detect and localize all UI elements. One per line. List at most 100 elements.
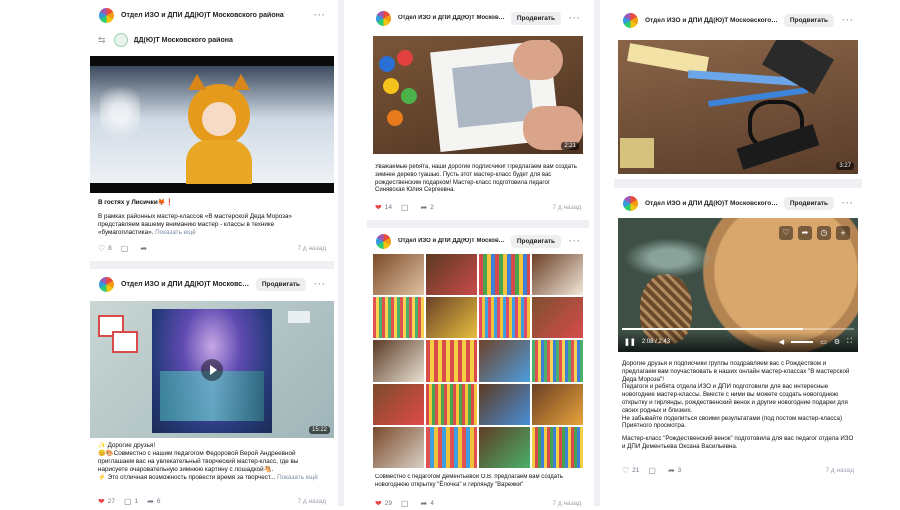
- settings-icon[interactable]: ⚙: [834, 338, 840, 346]
- video-time: 2:08 / 2:43: [641, 339, 671, 345]
- collage-photo[interactable]: [426, 426, 477, 468]
- share-button[interactable]: ➦ 6: [147, 497, 160, 506]
- like-button[interactable]: ❤ 29: [375, 499, 392, 508]
- post-author[interactable]: Отдел ИЗО и ДПИ ДД(Ю)Т Московского р...: [121, 281, 250, 288]
- promote-button[interactable]: Продвигать: [510, 11, 561, 25]
- group-avatar[interactable]: [98, 6, 115, 24]
- collage-photo[interactable]: [479, 340, 530, 382]
- video-horse-painting[interactable]: 15:22: [90, 301, 334, 438]
- collage-photo[interactable]: [426, 254, 477, 296]
- more-options-icon[interactable]: ···: [842, 198, 854, 208]
- post-text-line: Педагоги и ребята отдела ИЗО и ДПИ подго…: [622, 383, 848, 414]
- heart-icon: ♡: [98, 243, 106, 253]
- video-fox[interactable]: [90, 56, 334, 193]
- promote-button[interactable]: Продвигать: [510, 234, 561, 248]
- video-craft-tools[interactable]: 3:27: [618, 40, 858, 174]
- comment-icon: ▢: [400, 498, 409, 508]
- post-time[interactable]: 7 д назад: [825, 467, 854, 474]
- collage-photo[interactable]: [479, 383, 530, 425]
- play-icon[interactable]: [201, 358, 223, 381]
- collage-photo[interactable]: [532, 426, 583, 468]
- post-author[interactable]: Отдел ИЗО и ДПИ ДД(Ю)Т Московского район…: [121, 12, 306, 19]
- group-avatar[interactable]: [622, 194, 639, 212]
- add-icon[interactable]: +: [836, 226, 850, 240]
- show-more-link[interactable]: Показать ещё: [155, 229, 196, 236]
- post-text-line-last: ⚡ Это отличная возможность провести врем…: [98, 474, 326, 482]
- post-text-line: ✨ Дорогие друзья!: [98, 442, 156, 449]
- collage-photo[interactable]: [532, 340, 583, 382]
- group-avatar[interactable]: [375, 9, 392, 27]
- more-options-icon[interactable]: ···: [569, 236, 581, 246]
- share-button[interactable]: ➦: [140, 244, 150, 253]
- post-text: Уважаемые ребята, наши дорогие подписчик…: [375, 164, 577, 194]
- collage-photo[interactable]: [479, 297, 530, 339]
- volume-slider[interactable]: [791, 341, 814, 343]
- post-author[interactable]: Отдел ИЗО и ДПИ ДД(Ю)Т Московского район…: [645, 200, 778, 207]
- share-button[interactable]: ➦ 2: [421, 203, 434, 212]
- collage-photo[interactable]: [373, 254, 424, 296]
- share-count: 2: [430, 203, 434, 211]
- like-button[interactable]: ♡ 8: [98, 244, 112, 253]
- comment-button[interactable]: ▢ 1: [124, 497, 138, 506]
- collage-photo[interactable]: [532, 383, 583, 425]
- repost-author[interactable]: ДД(Ю)Т Московского района: [134, 37, 326, 44]
- photo-collage[interactable]: [373, 254, 583, 468]
- post-time[interactable]: 7 д назад: [552, 500, 581, 507]
- share-button[interactable]: ➦ 4: [421, 499, 434, 508]
- share-icon[interactable]: ➦: [798, 226, 812, 240]
- comment-button[interactable]: ▢: [648, 466, 659, 475]
- collage-photo[interactable]: [373, 340, 424, 382]
- video-wreath[interactable]: ♡ ➦ ◷ + ❚❚ 2:08 / 2:43 ◀ ▭ ⚙ ⛶: [618, 218, 858, 352]
- heart-icon: ❤: [375, 498, 382, 508]
- group-avatar[interactable]: [98, 275, 115, 293]
- post-time[interactable]: 7 д назад: [297, 245, 326, 252]
- post-title: В гостях у Лисички🦊❗: [98, 199, 174, 206]
- more-options-icon[interactable]: ···: [314, 279, 326, 289]
- fullscreen-icon[interactable]: ⛶: [847, 338, 852, 346]
- collage-photo[interactable]: [532, 297, 583, 339]
- clock-icon[interactable]: ◷: [817, 226, 831, 240]
- more-options-icon[interactable]: ···: [314, 10, 326, 20]
- pause-icon[interactable]: ❚❚: [624, 338, 636, 346]
- heart-outline-icon[interactable]: ♡: [779, 226, 793, 240]
- collage-photo[interactable]: [479, 426, 530, 468]
- like-button[interactable]: ♡ 21: [622, 466, 639, 475]
- promote-button[interactable]: Продвигать: [783, 196, 834, 210]
- collage-photo[interactable]: [532, 254, 583, 296]
- collage-photo[interactable]: [426, 340, 477, 382]
- more-options-icon[interactable]: ···: [842, 15, 854, 25]
- volume-icon[interactable]: ◀: [779, 338, 784, 346]
- post-author[interactable]: Отдел ИЗО и ДПИ ДД(Ю)Т Московского р...: [398, 15, 505, 21]
- repost-avatar[interactable]: [113, 33, 128, 47]
- comment-button[interactable]: ▢: [401, 499, 412, 508]
- show-more-link[interactable]: Показать ещё: [277, 474, 318, 481]
- share-icon: ➦: [420, 498, 428, 508]
- share-button[interactable]: ➦ 3: [668, 466, 681, 475]
- comment-button[interactable]: ▢: [121, 244, 132, 253]
- group-avatar[interactable]: [375, 232, 392, 250]
- collage-photo[interactable]: [373, 297, 424, 339]
- miniplayer-icon[interactable]: ▭: [820, 338, 827, 346]
- collage-photo[interactable]: [373, 383, 424, 425]
- comment-button[interactable]: ▢: [401, 203, 412, 212]
- video-duration: 15:22: [308, 426, 330, 434]
- collage-photo[interactable]: [426, 383, 477, 425]
- repost-icon: ⇆: [98, 34, 106, 45]
- more-options-icon[interactable]: ···: [569, 13, 581, 23]
- collage-photo[interactable]: [373, 426, 424, 468]
- post-time[interactable]: 7 д назад: [552, 204, 581, 211]
- collage-photo[interactable]: [426, 297, 477, 339]
- post-author[interactable]: Отдел ИЗО и ДПИ ДД(Ю)Т Московского р...: [645, 17, 778, 24]
- video-progress-bar[interactable]: [622, 328, 854, 330]
- post-author[interactable]: Отдел ИЗО и ДПИ ДД(Ю)Т Московского р...: [398, 238, 505, 244]
- video-winter-tree[interactable]: 2:21: [373, 36, 583, 154]
- collage-photo[interactable]: [479, 254, 530, 296]
- share-icon: ➦: [420, 202, 428, 212]
- like-button[interactable]: ❤ 27: [98, 497, 115, 506]
- promote-button[interactable]: Продвигать: [255, 277, 306, 291]
- post-time[interactable]: 7 д назад: [297, 498, 326, 505]
- like-button[interactable]: ❤ 14: [375, 203, 392, 212]
- group-avatar[interactable]: [622, 11, 639, 29]
- post-text-line: 😊🎨Совместно с нашим педагогом Федоровой …: [98, 450, 299, 473]
- promote-button[interactable]: Продвигать: [783, 13, 834, 27]
